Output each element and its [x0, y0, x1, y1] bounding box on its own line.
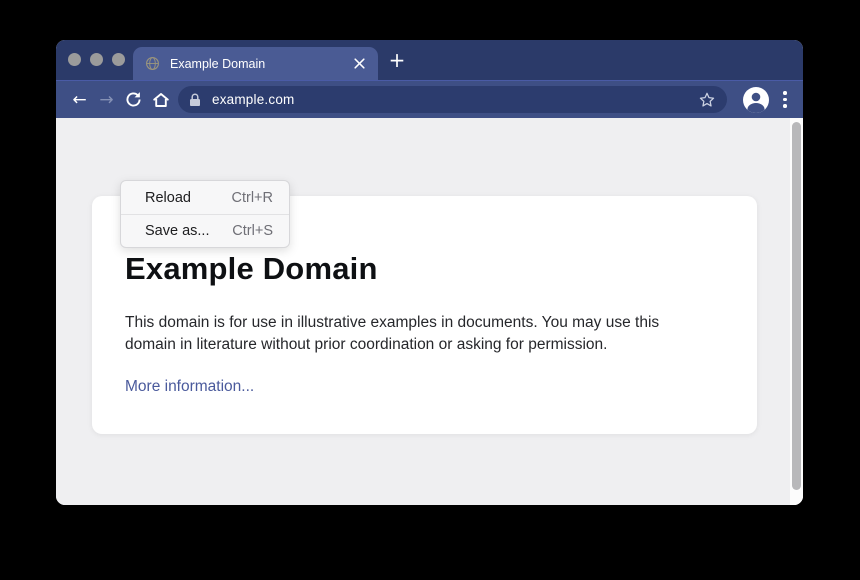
page-body-text: This domain is for use in illustrative e…: [125, 312, 697, 356]
menu-item-save-as[interactable]: Save as... Ctrl+S: [121, 214, 289, 247]
new-tab-button[interactable]: +: [386, 49, 408, 71]
browser-menu-button[interactable]: [777, 91, 793, 108]
tab-title: Example Domain: [170, 57, 353, 71]
page-title: Example Domain: [125, 251, 697, 287]
toolbar: ← → example.com: [56, 80, 803, 118]
profile-avatar-icon[interactable]: [743, 87, 769, 113]
scrollbar-track[interactable]: [790, 118, 803, 505]
window-zoom-button[interactable]: [112, 53, 125, 66]
window-minimize-button[interactable]: [90, 53, 103, 66]
window-close-button[interactable]: [68, 53, 81, 66]
dot-icon: [783, 98, 787, 102]
menu-item-label: Save as...: [145, 223, 209, 239]
dot-icon: [783, 104, 787, 108]
back-button[interactable]: ←: [66, 86, 93, 113]
lock-icon: [189, 93, 201, 107]
menu-item-shortcut: Ctrl+R: [232, 190, 274, 206]
titlebar: Example Domain +: [56, 40, 803, 80]
page-content: Example Domain This domain is for use in…: [56, 118, 803, 505]
menu-item-reload[interactable]: Reload Ctrl+R: [121, 181, 289, 214]
globe-favicon-icon: [145, 56, 160, 71]
home-button[interactable]: [147, 86, 174, 113]
url-text[interactable]: example.com: [212, 92, 698, 107]
tab-close-icon[interactable]: [353, 57, 366, 70]
home-icon: [151, 90, 171, 110]
menu-item-label: Reload: [145, 190, 191, 206]
traffic-lights: [68, 53, 125, 66]
bookmark-star-icon[interactable]: [698, 91, 716, 109]
context-menu: Reload Ctrl+R Save as... Ctrl+S: [120, 180, 290, 248]
forward-button[interactable]: →: [93, 86, 120, 113]
tab-example-domain[interactable]: Example Domain: [133, 47, 378, 80]
reload-icon: [124, 90, 143, 109]
scrollbar-thumb[interactable]: [792, 122, 801, 490]
dot-icon: [783, 91, 787, 95]
more-information-link[interactable]: More information...: [125, 378, 254, 396]
reload-button[interactable]: [120, 86, 147, 113]
address-bar[interactable]: example.com: [178, 86, 727, 113]
menu-item-shortcut: Ctrl+S: [232, 223, 273, 239]
browser-window: Example Domain + ← →: [56, 40, 803, 505]
